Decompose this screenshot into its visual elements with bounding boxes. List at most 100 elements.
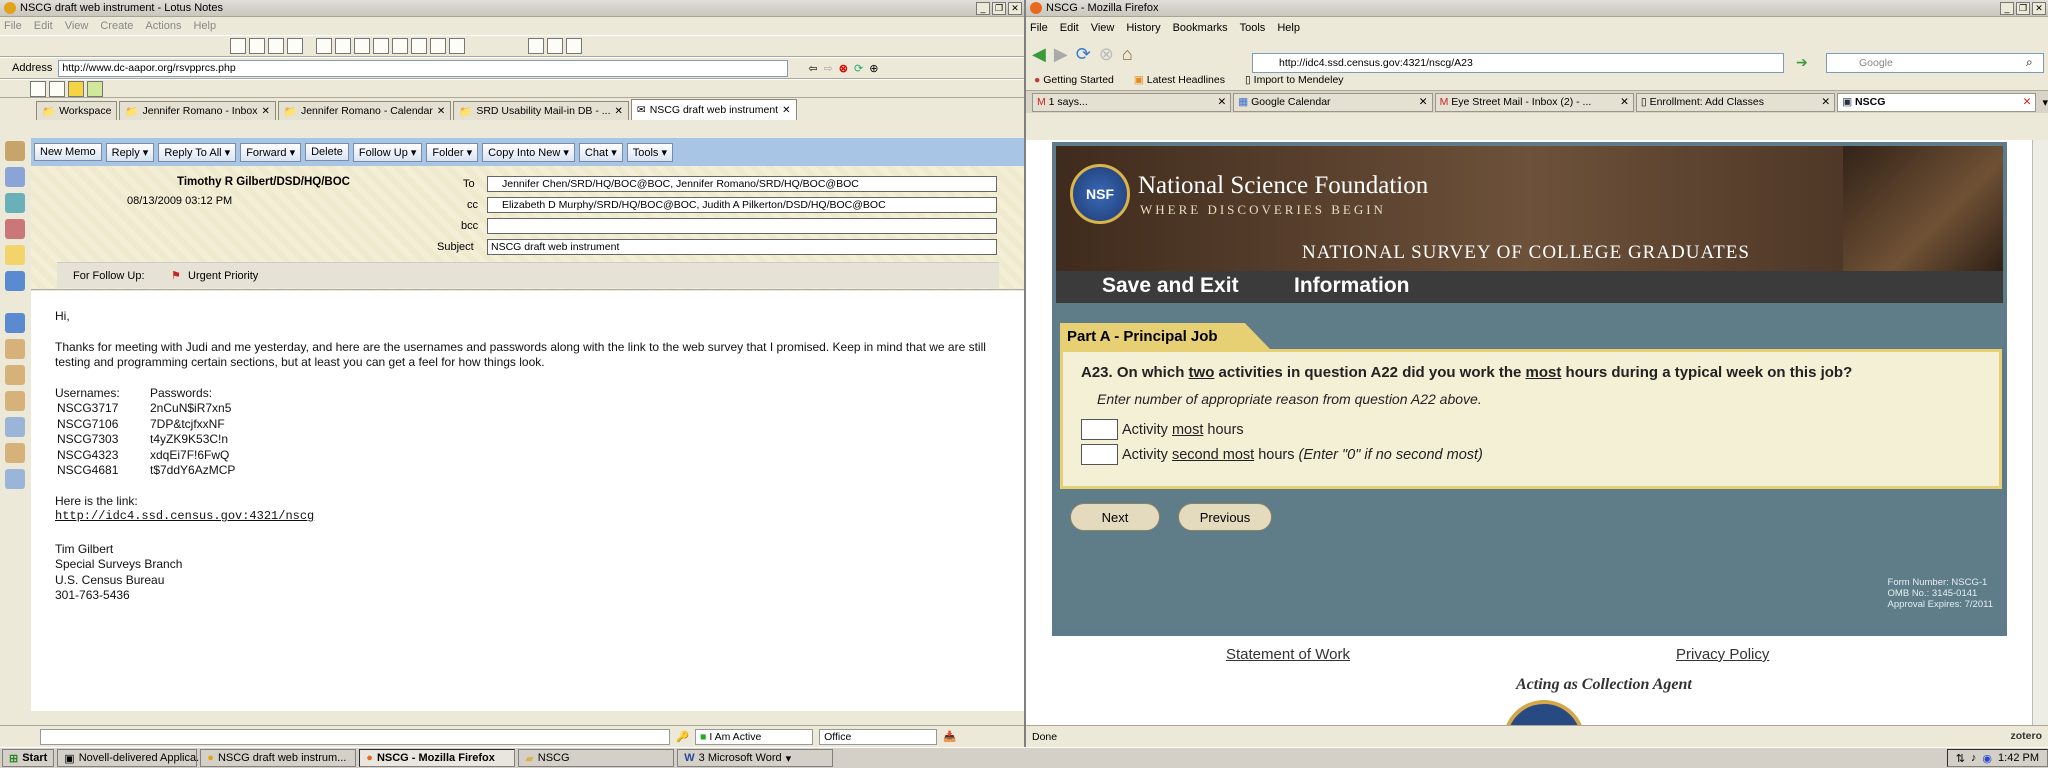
calendar-icon[interactable] [449, 38, 465, 54]
tab-srd-usability[interactable]: 📁 SRD Usability Mail-in DB - ... ✕ [453, 101, 629, 120]
paste-icon[interactable] [268, 38, 284, 54]
search-input[interactable]: Google [1826, 53, 2044, 73]
location-status[interactable]: Office [819, 728, 938, 745]
menu-history[interactable]: History [1126, 22, 1160, 34]
menu-view[interactable]: View [1091, 22, 1115, 34]
bcc-field[interactable] [487, 218, 997, 234]
folder-button[interactable]: Folder ▾ [426, 142, 479, 162]
refresh-icon[interactable]: ⟳ [854, 62, 863, 75]
security-icon[interactable]: ◉ [1982, 752, 1992, 765]
minimize-button[interactable]: _ [976, 1, 990, 15]
person-icon[interactable] [68, 80, 84, 97]
forward-icon[interactable]: ▶ [1054, 44, 1068, 64]
inbox-icon[interactable]: 📥 [943, 730, 956, 743]
reply-all-button[interactable]: Reply To All ▾ [158, 142, 237, 162]
up-icon[interactable] [354, 38, 370, 54]
database-icon[interactable] [5, 339, 25, 359]
next-button[interactable]: Next [1070, 503, 1160, 531]
speech-bubble-icon[interactable] [30, 80, 46, 97]
database-icon[interactable] [5, 443, 25, 463]
calendar-icon[interactable] [5, 219, 25, 239]
active-status[interactable]: ■ I Am Active [695, 728, 814, 745]
save-and-exit-link[interactable]: Save and Exit [1102, 274, 1239, 298]
close-icon[interactable]: ✕ [1821, 96, 1830, 108]
menu-file[interactable]: File [1030, 22, 1048, 34]
menu-view[interactable]: View [65, 20, 89, 32]
url-bar[interactable]: http://idc4.ssd.census.gov:4321/nscg/A23 [1252, 53, 1784, 73]
menu-help[interactable]: Help [193, 20, 216, 32]
flag-icon[interactable] [411, 38, 427, 54]
replicator-icon[interactable] [5, 167, 25, 187]
zoom-icon[interactable]: ⊕ [869, 62, 878, 75]
activity-most-input[interactable] [1081, 419, 1118, 440]
menu-edit[interactable]: Edit [34, 20, 53, 32]
globe-icon[interactable] [5, 313, 25, 333]
folder-icon[interactable] [5, 391, 25, 411]
tab-inbox[interactable]: 📁 Jennifer Romano - Inbox ✕ [119, 101, 276, 120]
bookmark-getting-started[interactable]: ● Getting Started [1034, 74, 1114, 86]
globe-icon[interactable] [5, 271, 25, 291]
tab-enrollment[interactable]: ▯ Enrollment: Add Classes ✕ [1635, 92, 1836, 112]
new-memo-button[interactable]: New Memo [34, 143, 102, 161]
close-icon[interactable]: ✕ [1419, 96, 1428, 108]
chat-icon[interactable] [49, 80, 65, 97]
forward-button[interactable]: Forward ▾ [240, 142, 302, 162]
folder-icon[interactable] [430, 38, 446, 54]
tab-eye-street-mail[interactable]: M Eye Street Mail - Inbox (2) - ... ✕ [1434, 92, 1634, 112]
print-icon[interactable] [287, 38, 303, 54]
clock[interactable]: 1:42 PM [1998, 752, 2039, 764]
menu-help[interactable]: Help [1277, 22, 1300, 34]
tab-nscg[interactable]: ▣ NSCG ✕ [1837, 92, 2037, 112]
close-icon[interactable]: ✕ [2023, 96, 2032, 108]
bookmark-import-mendeley[interactable]: ▯ Import to Mendeley [1245, 74, 1344, 86]
cut-icon[interactable] [230, 38, 246, 54]
survey-link[interactable]: http://idc4.ssd.census.gov:4321/nscg [55, 509, 1000, 525]
back-icon[interactable]: ◀ [1032, 44, 1046, 64]
follow-up-button[interactable]: Follow Up ▾ [352, 142, 423, 162]
menu-bookmarks[interactable]: Bookmarks [1173, 22, 1228, 34]
close-icon[interactable]: ✕ [1620, 96, 1629, 108]
database-icon[interactable] [5, 417, 25, 437]
privacy-policy-link[interactable]: Privacy Policy [1676, 646, 1769, 663]
taskbar-firefox[interactable]: ● NSCG - Mozilla Firefox [359, 749, 516, 767]
tab-workspace[interactable]: 📁 Workspace [36, 101, 118, 120]
star-icon[interactable] [392, 38, 408, 54]
toolbar-icon[interactable] [566, 38, 582, 54]
close-icon[interactable]: ✕ [261, 106, 269, 117]
close-icon[interactable]: ✕ [615, 106, 623, 117]
tab-gmail[interactable]: M 1 says... ✕ [1032, 92, 1232, 112]
zotero-button[interactable]: zotero [2011, 730, 2043, 742]
delete-button[interactable]: Delete [305, 143, 349, 161]
back-icon[interactable]: ⇦ [808, 62, 817, 75]
vertical-scrollbar[interactable] [2032, 140, 2048, 725]
chat-button[interactable]: Chat ▾ [578, 142, 623, 162]
database-icon[interactable] [5, 469, 25, 489]
previous-button[interactable]: Previous [1178, 503, 1272, 531]
note-icon[interactable] [87, 80, 103, 97]
search-icon[interactable]: ⌕ [2026, 55, 2033, 70]
copy-into-new-button[interactable]: Copy Into New ▾ [482, 142, 575, 162]
volume-icon[interactable]: ♪ [1971, 752, 1977, 764]
close-button[interactable]: ✕ [1008, 1, 1022, 15]
taskbar-lotus[interactable]: ● NSCG draft web instrum... [200, 749, 357, 767]
close-icon[interactable]: ✕ [437, 106, 445, 117]
forward-icon[interactable]: ⇨ [824, 62, 833, 75]
menu-create[interactable]: Create [100, 20, 133, 32]
statement-of-work-link[interactable]: Statement of Work [1226, 646, 1350, 663]
arrow-up-icon[interactable] [316, 38, 332, 54]
menu-file[interactable]: File [4, 20, 22, 32]
taskbar-nscg-folder[interactable]: ▰ NSCG [518, 749, 675, 767]
stop-icon[interactable]: ⊗ [1099, 44, 1114, 64]
address-input[interactable]: http://www.dc-aapor.org/rsvpprcs.php [58, 59, 789, 77]
taskbar-novell[interactable]: ▣ Novell-delivered Applica... [57, 749, 205, 767]
key-icon[interactable]: 🔑 [676, 730, 689, 743]
tab-calendar[interactable]: 📁 Jennifer Romano - Calendar ✕ [277, 101, 452, 120]
reload-icon[interactable]: ⟳ [1076, 44, 1091, 64]
start-button[interactable]: ⊞ Start [2, 749, 55, 767]
information-link[interactable]: Information [1294, 274, 1410, 298]
activity-second-most-input[interactable] [1081, 444, 1118, 465]
stop-icon[interactable]: ⊗ [839, 62, 848, 75]
close-icon[interactable]: ✕ [782, 105, 790, 116]
search-icon[interactable] [547, 38, 563, 54]
menu-actions[interactable]: Actions [145, 20, 181, 32]
